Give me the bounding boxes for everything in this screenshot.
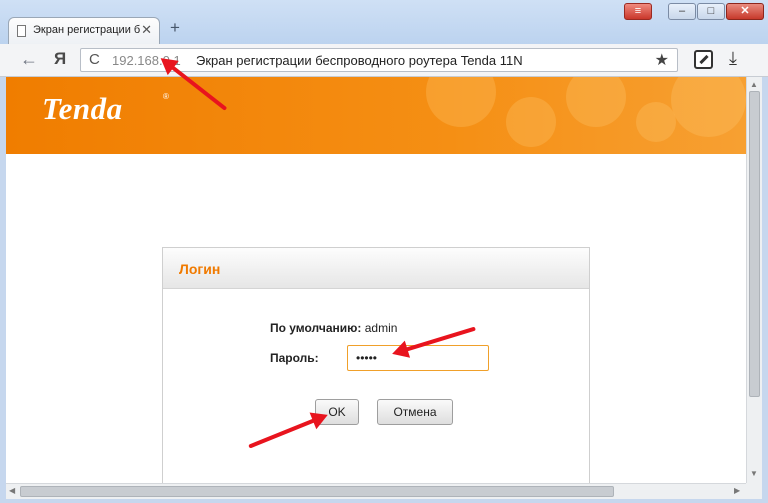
vertical-scroll-thumb[interactable] <box>749 91 760 397</box>
vertical-scrollbar[interactable]: ▲ ▼ <box>746 77 762 483</box>
cancel-button[interactable]: Отмена <box>377 399 453 425</box>
minimize-icon[interactable]: – <box>668 3 696 20</box>
browser-toolbar: ← Я C 192.168.0.1 Экран регистрации бесп… <box>0 44 768 77</box>
login-dialog: Логин По умолчанию: admin Пароль: OK Отм… <box>162 247 590 483</box>
yandex-icon[interactable]: Я <box>54 49 66 69</box>
download-icon[interactable]: ⤓ <box>729 48 737 69</box>
default-label: По умолчанию: <box>270 321 362 335</box>
password-input[interactable] <box>347 345 489 371</box>
tenda-header: Tenda ® <box>6 77 746 154</box>
default-credentials: По умолчанию: admin <box>270 321 397 335</box>
url-page-title: Экран регистрации беспроводного роутера … <box>196 53 523 68</box>
default-value: admin <box>364 321 398 335</box>
close-tab-icon[interactable]: ✕ <box>141 22 152 38</box>
window-frame-right <box>762 77 768 503</box>
tab-title: Экран регистрации б <box>33 24 141 36</box>
extension-icon[interactable] <box>694 50 713 69</box>
scroll-corner <box>746 483 762 499</box>
menu-icon[interactable]: ≡ <box>624 3 652 20</box>
horizontal-scroll-thumb[interactable] <box>20 486 614 497</box>
maximize-icon[interactable]: □ <box>697 3 725 20</box>
header-decoration <box>636 102 676 142</box>
scroll-right-icon[interactable]: ▶ <box>734 486 740 495</box>
close-window-icon[interactable]: ✕ <box>726 3 764 20</box>
header-decoration <box>426 77 496 127</box>
page-icon <box>17 25 26 37</box>
header-decoration <box>566 77 626 127</box>
back-arrow-icon[interactable]: ← <box>20 49 38 69</box>
page-viewport: Tenda ® Логин По умолчанию: admin Пароль… <box>6 77 746 483</box>
password-label: Пароль: <box>270 351 319 365</box>
tenda-logo: Tenda <box>42 91 123 126</box>
registered-mark: ® <box>163 92 169 101</box>
window-titlebar: Экран регистрации б ✕ + ≡ – □ ✕ <box>0 0 768 45</box>
horizontal-scrollbar[interactable]: ◀ ▶ <box>6 483 746 499</box>
scroll-up-icon[interactable]: ▲ <box>750 80 758 89</box>
bookmark-star-icon[interactable]: ★ <box>655 50 669 70</box>
scroll-left-icon[interactable]: ◀ <box>9 486 15 495</box>
dialog-header: Логин <box>163 248 589 289</box>
window-frame-bottom <box>0 499 768 503</box>
header-decoration <box>506 97 556 147</box>
scroll-down-icon[interactable]: ▼ <box>750 469 758 478</box>
reload-icon[interactable]: C <box>89 51 100 68</box>
dialog-title: Логин <box>179 261 221 277</box>
new-tab-icon[interactable]: + <box>170 18 180 38</box>
header-decoration <box>671 77 746 137</box>
browser-tab[interactable]: Экран регистрации б ✕ <box>8 17 160 44</box>
